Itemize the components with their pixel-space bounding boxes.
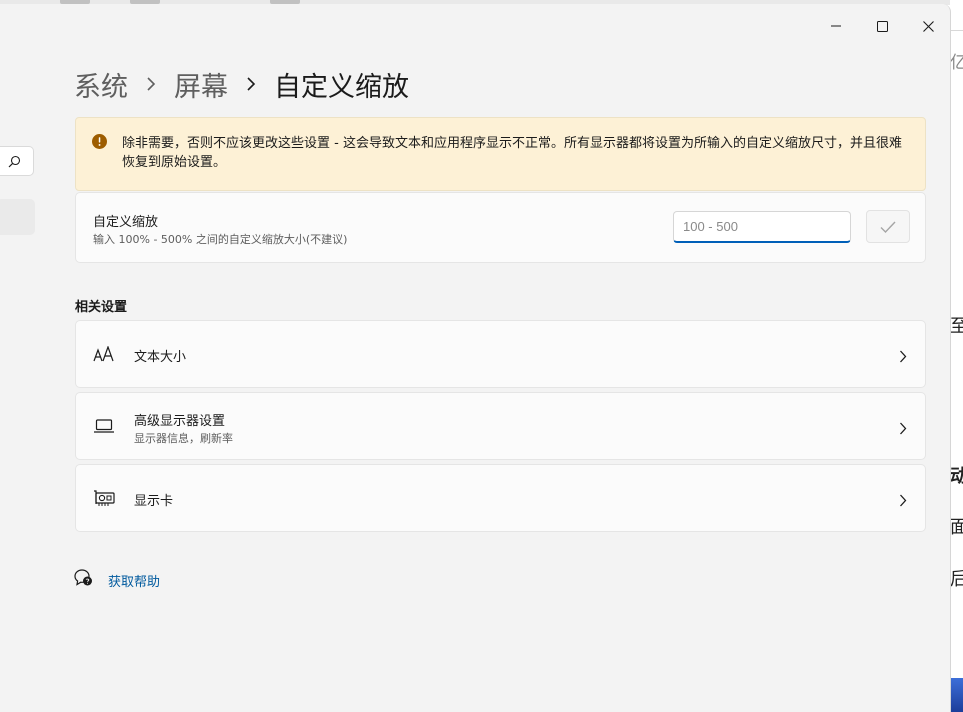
help-icon bbox=[74, 569, 94, 591]
nav-search-box[interactable] bbox=[0, 146, 34, 176]
close-icon bbox=[922, 20, 934, 32]
nav-selected-item[interactable] bbox=[0, 199, 35, 235]
related-item-graphics-card[interactable]: 显示卡 bbox=[75, 464, 926, 532]
breadcrumb-display[interactable]: 屏幕 bbox=[174, 65, 228, 104]
search-icon bbox=[8, 155, 21, 168]
chevron-right-icon bbox=[899, 492, 907, 511]
laptop-icon bbox=[93, 415, 115, 437]
get-help-label: 获取帮助 bbox=[108, 574, 161, 590]
chevron-right-icon bbox=[899, 348, 907, 367]
related-item-label: 显示卡 bbox=[134, 494, 174, 509]
chevron-right-icon bbox=[146, 77, 156, 91]
related-item-text-size[interactable]: 文本大小 bbox=[75, 320, 926, 388]
chevron-right-icon bbox=[246, 77, 256, 91]
related-item-label: 文本大小 bbox=[134, 350, 187, 365]
page-title: 自定义缩放 bbox=[274, 71, 409, 103]
custom-scale-card: 自定义缩放 输入 100% - 500% 之间的自定义缩放大小(不建议) bbox=[75, 192, 926, 263]
settings-window: 系统 屏幕 自定义缩放 除非需要，否则不应该更改这些设置 - 这会导致文本和应用… bbox=[0, 4, 951, 712]
custom-scale-description: 输入 100% - 500% 之间的自定义缩放大小(不建议) bbox=[93, 233, 348, 246]
text-size-icon bbox=[93, 343, 115, 365]
chevron-right-icon bbox=[899, 420, 907, 439]
maximize-icon bbox=[876, 20, 888, 32]
custom-scale-input[interactable] bbox=[673, 211, 851, 243]
background-taskbar bbox=[950, 678, 963, 712]
apply-scale-button[interactable] bbox=[866, 210, 910, 243]
breadcrumb-system[interactable]: 系统 bbox=[74, 65, 128, 104]
background-text: 亿 bbox=[950, 53, 963, 73]
background-text: 面 bbox=[950, 517, 963, 538]
background-toolbar-line bbox=[950, 30, 963, 31]
background-text: 至 bbox=[950, 316, 963, 337]
related-item-advanced-display[interactable]: 高级显示器设置 显示器信息，刷新率 bbox=[75, 392, 926, 460]
breadcrumb: 系统 屏幕 自定义缩放 bbox=[74, 62, 409, 106]
maximize-button[interactable] bbox=[867, 14, 897, 38]
close-button[interactable] bbox=[913, 14, 943, 38]
related-item-label: 高级显示器设置 bbox=[134, 414, 226, 429]
background-text: 动】 bbox=[950, 466, 963, 487]
checkmark-icon bbox=[880, 221, 896, 233]
warning-icon bbox=[92, 134, 107, 153]
background-document: 亿 至 动】 面 后 bbox=[950, 0, 963, 712]
warning-banner: 除非需要，否则不应该更改这些设置 - 这会导致文本和应用程序显示不正常。所有显示… bbox=[75, 117, 926, 191]
related-item-sublabel: 显示器信息，刷新率 bbox=[134, 432, 233, 445]
minimize-icon bbox=[831, 25, 841, 27]
get-help-link[interactable]: 获取帮助 bbox=[74, 569, 160, 591]
warning-text: 除非需要，否则不应该更改这些设置 - 这会导致文本和应用程序显示不正常。所有显示… bbox=[122, 136, 902, 170]
custom-scale-title: 自定义缩放 bbox=[93, 215, 159, 230]
related-settings-heading: 相关设置 bbox=[75, 300, 128, 315]
minimize-button[interactable] bbox=[821, 14, 851, 38]
background-text: 后 bbox=[950, 569, 963, 590]
graphics-card-icon bbox=[93, 487, 115, 509]
